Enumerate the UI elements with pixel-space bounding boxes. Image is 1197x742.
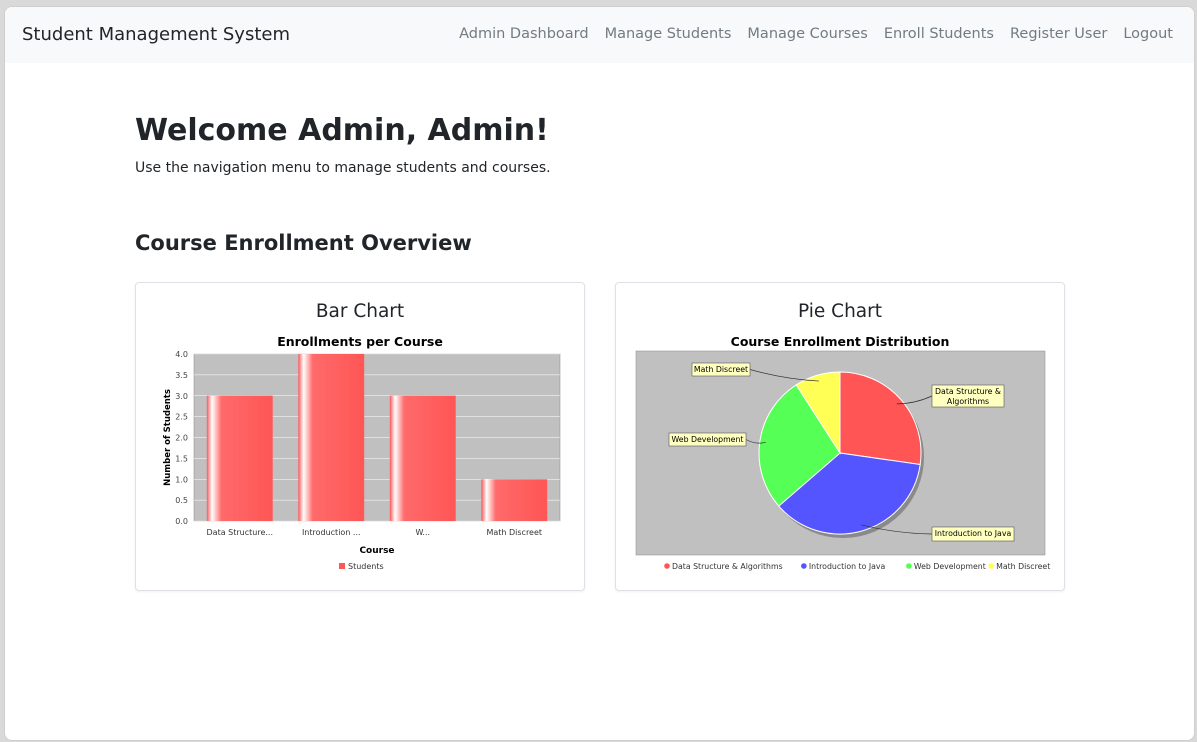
pie-callout-label: Web Development (672, 435, 744, 444)
browser-window: Student Management System Admin Dashboar… (4, 6, 1195, 741)
bar-chart: Enrollments per Course 0.0 0.5 1.0 1.5 2.0 2.5… (163, 334, 561, 571)
navbar: Student Management System Admin Dashboar… (5, 7, 1194, 63)
bar-chart-title: Enrollments per Course (277, 334, 443, 349)
pie-chart: Course Enrollment Distribution Data Struc… (635, 334, 1050, 571)
pie-legend-label: Web Development (914, 562, 986, 571)
bar-legend-swatch (339, 563, 345, 569)
bar-3 (481, 479, 548, 521)
bar-x-tick-label: W... (415, 528, 430, 537)
pie-legend-swatch-1 (801, 563, 807, 569)
nav-admin-dashboard[interactable]: Admin Dashboard (459, 26, 589, 42)
section-title: Course Enrollment Overview (135, 231, 472, 255)
brand-title[interactable]: Student Management System (22, 24, 290, 45)
bar-y-axis-label: Number of Students (163, 389, 173, 486)
pie-chart-card: Pie Chart Course Enrollment Distribution… (615, 282, 1065, 591)
pie-callout-label: Algorithms (947, 397, 989, 406)
nav-enroll-students[interactable]: Enroll Students (884, 26, 994, 42)
pie-legend-swatch-3 (988, 563, 994, 569)
bar-2 (389, 395, 456, 521)
bar-chart-card: Bar Chart Enrollments per Course 0.0 0.5 1.… (135, 282, 585, 591)
pie-callout-label: Math Discreet (694, 365, 748, 374)
pie-legend-label: Introduction to Java (809, 562, 886, 571)
bar-y-tick-label: 0.0 (175, 517, 188, 526)
nav-register-user[interactable]: Register User (1010, 26, 1107, 42)
pie-chart-title: Course Enrollment Distribution (731, 334, 950, 349)
bar-x-tick-label: Math Discreet (486, 528, 542, 537)
bar-y-tick-label: 2.5 (175, 413, 188, 422)
bar-y-tick-label: 2.0 (175, 434, 188, 443)
bar-legend-label: Students (348, 562, 384, 571)
nav-logout[interactable]: Logout (1123, 26, 1173, 42)
pie-callout-label: Data Structure & (935, 387, 1001, 396)
pie-legend-swatch-0 (664, 563, 670, 569)
bar-0 (206, 395, 273, 521)
nav-manage-courses[interactable]: Manage Courses (747, 26, 867, 42)
bar-y-tick-label: 3.5 (175, 371, 188, 380)
bar-1 (298, 354, 365, 521)
bar-y-tick-label: 1.0 (175, 475, 188, 484)
bar-x-tick-label: Data Structure... (207, 528, 274, 537)
pie-legend-label: Math Discreet (996, 562, 1050, 571)
welcome-subtitle: Use the navigation menu to manage studen… (135, 160, 551, 176)
bar-y-tick-label: 4.0 (175, 350, 188, 359)
bar-x-axis-label: Course (359, 546, 394, 556)
pie-callout-label: Introduction to Java (935, 529, 1012, 538)
welcome-heading: Welcome Admin, Admin! (135, 113, 549, 148)
bar-x-tick-label: Introduction ... (302, 528, 361, 537)
bar-y-tick-label: 3.0 (175, 392, 188, 401)
pie-legend-swatch-2 (906, 563, 912, 569)
pie-legend-label: Data Structure & Algorithms (672, 562, 783, 571)
nav-manage-students[interactable]: Manage Students (605, 26, 732, 42)
nav-links: Admin Dashboard Manage Students Manage C… (459, 26, 1173, 42)
bar-y-tick-label: 0.5 (175, 496, 188, 505)
bar-y-tick-label: 1.5 (175, 454, 188, 463)
